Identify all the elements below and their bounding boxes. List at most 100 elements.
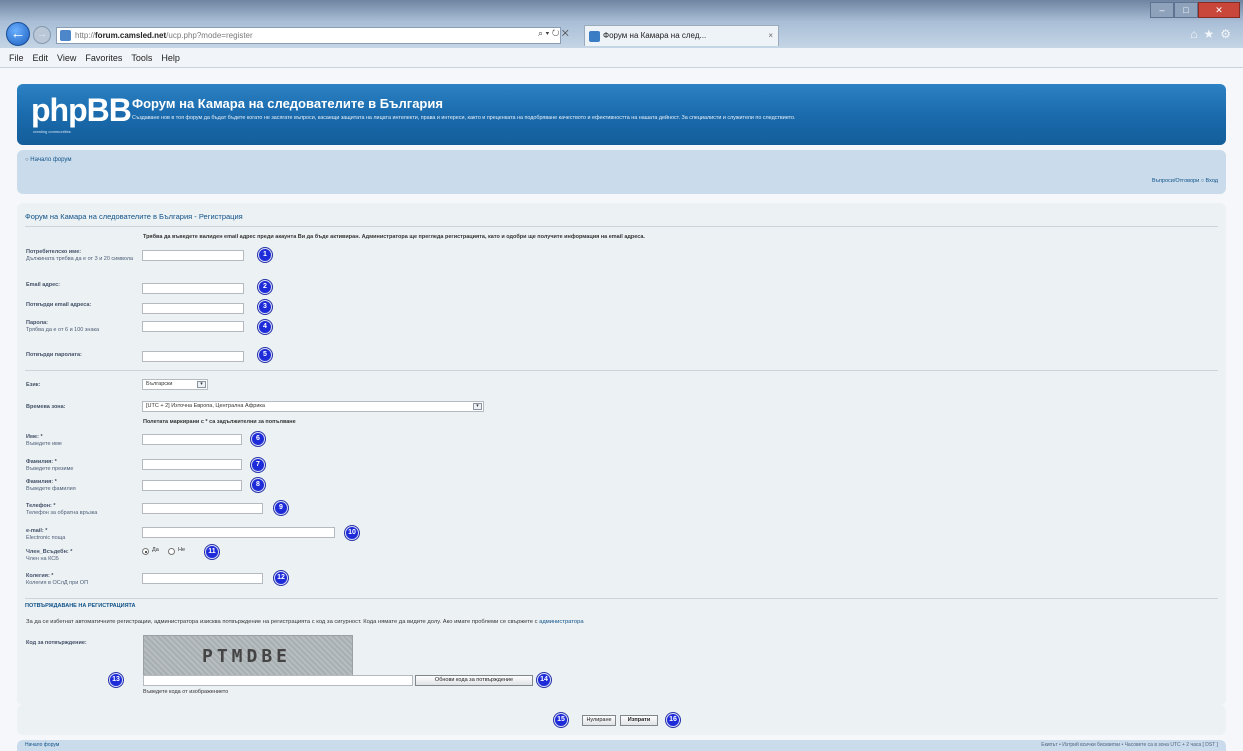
member-yes-radio[interactable] — [142, 548, 149, 555]
reset-button[interactable]: Нулиране — [582, 715, 616, 726]
footer-links[interactable]: Екипът • Изтрий всички бисквитки • Часов… — [1041, 742, 1218, 748]
menu-edit[interactable]: Edit — [33, 53, 49, 63]
address-prefix: http:// — [75, 31, 96, 40]
required-note: Полетата маркирани с * са задължителни з… — [143, 419, 296, 425]
email-input[interactable] — [142, 283, 244, 294]
menu-help[interactable]: Help — [161, 53, 180, 63]
timezone-label: Времева зона: — [26, 404, 66, 410]
admin-link[interactable]: администратора — [539, 619, 583, 625]
menu-file[interactable]: File — [9, 53, 24, 63]
marker-14: 14 — [537, 673, 551, 687]
captcha-help: Въведете кода от изображението — [143, 689, 229, 695]
breadcrumb[interactable]: Начало форум — [25, 157, 71, 163]
profile-field-member-explain: Член на КСБ — [26, 556, 59, 562]
password-confirm-label: Потвърди паролата: — [26, 352, 136, 359]
marker-10: 10 — [345, 526, 359, 540]
language-value: Български — [146, 381, 173, 387]
address-host: forum.camsled.net — [95, 31, 167, 40]
site-title: Форум на Камара на следователите в Бълга… — [132, 96, 443, 111]
divider — [25, 598, 1218, 599]
profile-field-college-label-text: Колегия: * — [26, 573, 54, 579]
language-select[interactable]: Български ▾ — [142, 379, 208, 390]
username-label-text: Потребителско име: — [26, 249, 82, 255]
minimize-icon[interactable]: – — [1150, 2, 1174, 18]
footer-bar: Начало форум Екипът • Изтрий всички биск… — [17, 740, 1226, 751]
divider — [25, 370, 1218, 371]
home-favorites-gear-icons[interactable]: ⌂★⚙ — [1190, 27, 1237, 41]
profile-field-middle-label: Фамилия: * Въведете презиме — [26, 459, 136, 473]
marker-1: 1 — [258, 248, 272, 262]
confirm-code-input[interactable] — [143, 675, 413, 686]
username-label: Потребителско име: Дължината трябва да е … — [26, 249, 136, 263]
browser-tab[interactable]: Форум на Камара на след... × — [584, 25, 779, 46]
panel-title: Форум на Камара на следователите в Бълга… — [25, 212, 243, 221]
marker-6: 6 — [251, 432, 265, 446]
tab-close-icon[interactable]: × — [768, 26, 773, 46]
profile-field-surname-label-text: Фамилия: * — [26, 479, 57, 485]
back-arrow-icon[interactable]: ← — [6, 22, 30, 46]
username-explain: Дължината трябва да е от 3 и 20 символа — [26, 256, 134, 262]
close-window-icon[interactable]: ✕ — [1198, 2, 1240, 18]
profile-field-member-label-text: Член_Всъдебн: * — [26, 549, 73, 555]
marker-5: 5 — [258, 348, 272, 362]
window-controls: – □ ✕ — [1150, 2, 1240, 19]
phone-input[interactable] — [142, 503, 263, 514]
password-confirm-input[interactable] — [142, 351, 244, 362]
logo-subtitle: creating communities — [33, 129, 71, 134]
marker-9: 9 — [274, 501, 288, 515]
chevron-down-icon: ▾ — [197, 381, 206, 388]
profile-field-surname-explain: Въведете фамилия — [26, 486, 76, 492]
timezone-select[interactable]: [UTC + 2] Източна Европа, Централна Афри… — [142, 401, 484, 412]
member-no-label: Не — [178, 547, 186, 553]
captcha-text: PTMDBE — [202, 646, 292, 667]
college-input[interactable] — [142, 573, 263, 584]
submit-button[interactable]: Изпрати — [620, 715, 658, 726]
email-label: Email адрес: — [26, 282, 136, 289]
marker-12: 12 — [274, 571, 288, 585]
maximize-icon[interactable]: □ — [1174, 2, 1198, 18]
tab-title: Форум на Камара на след... — [603, 31, 707, 40]
chevron-down-icon: ▾ — [473, 403, 482, 410]
password-label: Парола: Трябва да е от 6 и 100 знака — [26, 320, 136, 334]
marker-7: 7 — [251, 458, 265, 472]
marker-13: 13 — [109, 673, 123, 687]
menu-tools[interactable]: Tools — [131, 53, 152, 63]
phpbb-logo[interactable]: phpBB — [31, 92, 132, 129]
password-input[interactable] — [142, 321, 244, 332]
footer-home-link[interactable]: Начало форум — [25, 742, 59, 748]
forum-header: phpBB creating communities Форум на Кама… — [17, 84, 1226, 145]
profile-field-email-label: e-mail: * Electronic поща — [26, 528, 136, 542]
registration-panel: Форум на Камара на следователите в Бълга… — [17, 203, 1226, 705]
profile-field-email-label-text: e-mail: * — [26, 528, 48, 534]
search-refresh-icons[interactable]: ⌕ ▾ ↻ ✕ — [538, 28, 569, 39]
middle-name-input[interactable] — [142, 459, 242, 470]
language-label: Език: — [26, 382, 41, 388]
confirm-text-body: За да се избегнат автоматичните регистра… — [26, 619, 540, 625]
menu-favorites[interactable]: Favorites — [85, 53, 122, 63]
submit-bar: 15 Нулиране Изпрати 16 — [17, 705, 1226, 735]
nav-bar: Начало форум Въпроси/Отговори ○ Вход — [17, 150, 1226, 194]
nav-links[interactable]: Въпроси/Отговори ○ Вход — [1152, 178, 1218, 184]
marker-2: 2 — [258, 280, 272, 294]
username-input[interactable] — [142, 250, 244, 261]
contact-email-input[interactable] — [142, 527, 335, 538]
email-confirm-input[interactable] — [142, 303, 244, 314]
marker-16: 16 — [666, 713, 680, 727]
member-no-radio[interactable] — [168, 548, 175, 555]
menu-view[interactable]: View — [57, 53, 76, 63]
browser-titlebar: – □ ✕ ← → http://forum.camsled.net/ucp.p… — [0, 0, 1243, 48]
surname-input[interactable] — [142, 480, 242, 491]
refresh-code-button[interactable]: Обнови кода за потвърждение — [415, 675, 533, 686]
page-icon — [60, 30, 71, 41]
marker-15: 15 — [554, 713, 568, 727]
confirm-code-label: Код за потвърждение: — [26, 640, 87, 646]
forward-arrow-icon[interactable]: → — [33, 26, 51, 44]
password-confirm-label-text: Потвърди паролата: — [26, 352, 82, 358]
email-confirm-label-text: Потвърди email адреса: — [26, 302, 92, 308]
profile-field-phone-label: Телефон: * Телефон за обратна връзка — [26, 503, 136, 517]
marker-3: 3 — [258, 300, 272, 314]
first-name-input[interactable] — [142, 434, 242, 445]
address-bar[interactable]: http://forum.camsled.net/ucp.php?mode=re… — [56, 27, 561, 44]
email-notice: Трябва да въведете валиден email адрес п… — [143, 234, 645, 240]
divider — [25, 226, 1218, 227]
